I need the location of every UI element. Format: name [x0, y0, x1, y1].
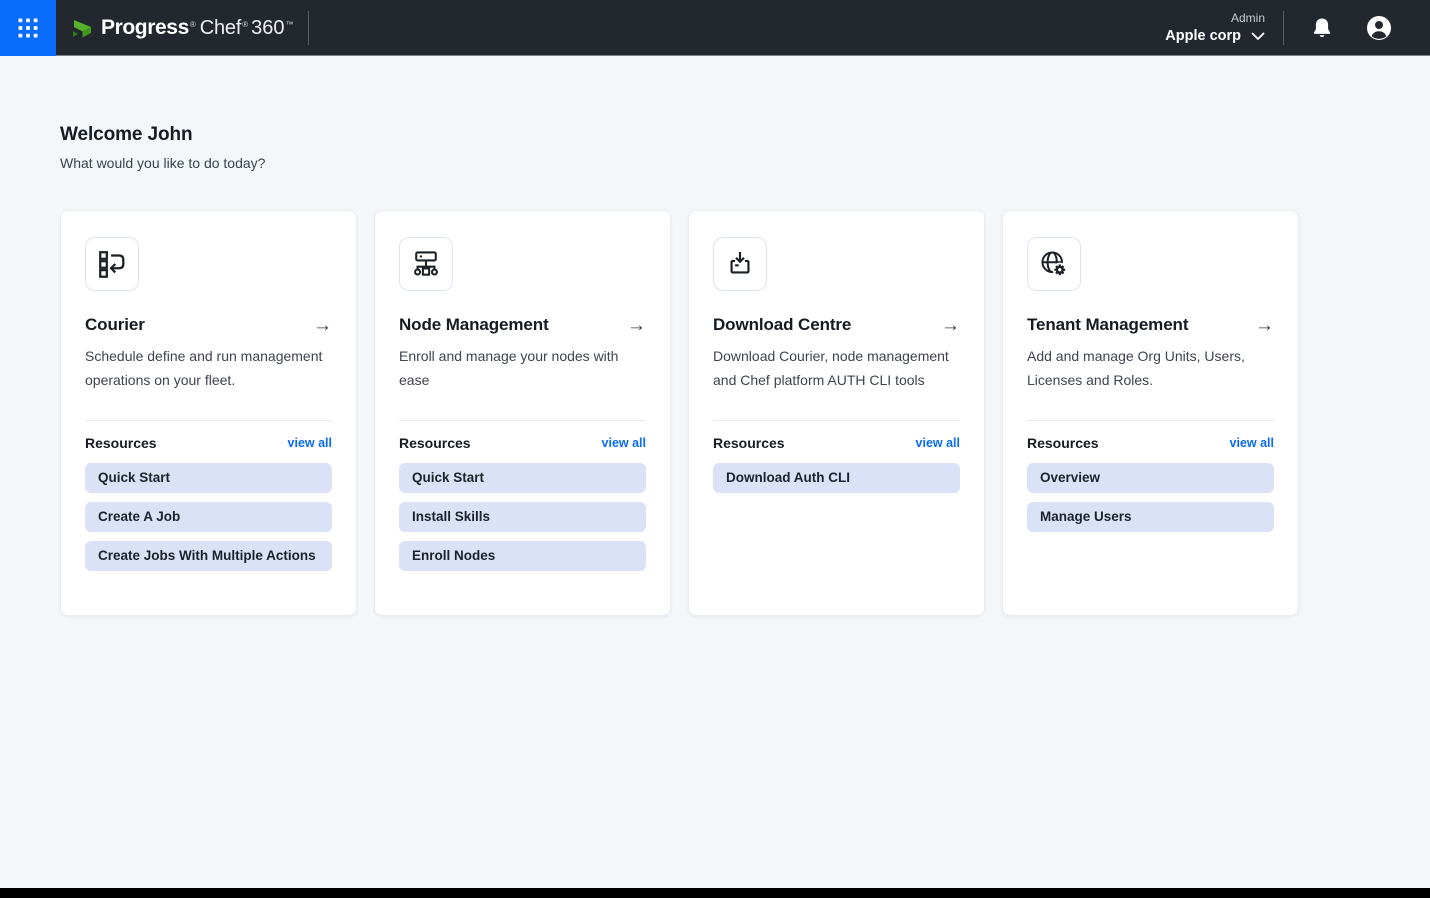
- resource-chip[interactable]: Quick Start: [85, 463, 332, 493]
- view-all-link[interactable]: view all: [602, 436, 646, 450]
- user-avatar-icon: [1366, 15, 1392, 41]
- grid-icon: [16, 16, 40, 40]
- card-divider: [85, 420, 332, 421]
- view-all-link[interactable]: view all: [916, 436, 960, 450]
- node-tree-icon: [399, 237, 453, 291]
- card-tenant-management: Tenant Management → Add and manage Org U…: [1002, 210, 1299, 616]
- top-navbar: Progress®Chef®360™ Admin Apple corp: [0, 0, 1430, 56]
- card-title: Download Centre: [713, 315, 851, 335]
- progress-logo-icon: [70, 16, 94, 40]
- resource-chip[interactable]: Install Skills: [399, 502, 646, 532]
- user-role-label: Admin: [1165, 11, 1265, 26]
- view-all-link[interactable]: view all: [288, 436, 332, 450]
- card-title: Node Management: [399, 315, 549, 335]
- arrow-right-icon[interactable]: →: [313, 316, 332, 335]
- card-title: Courier: [85, 315, 145, 335]
- card-node-management: Node Management → Enroll and manage your…: [374, 210, 671, 616]
- resource-chip[interactable]: Create Jobs With Multiple Actions: [85, 541, 332, 571]
- tenant-name: Apple corp: [1165, 28, 1241, 44]
- resource-chip[interactable]: Create A Job: [85, 502, 332, 532]
- main-content: Welcome John What would you like to do t…: [0, 124, 1430, 616]
- resource-chip[interactable]: Manage Users: [1027, 502, 1274, 532]
- feature-cards-row: Courier → Schedule define and run manage…: [60, 210, 1370, 616]
- card-description: Add and manage Org Units, Users, License…: [1027, 345, 1274, 417]
- arrow-right-icon[interactable]: →: [627, 316, 646, 335]
- card-title: Tenant Management: [1027, 315, 1188, 335]
- page-subtitle: What would you like to do today?: [60, 155, 1370, 171]
- navbar-divider: [1283, 11, 1284, 45]
- brand-logo: Progress®Chef®360™: [70, 16, 294, 40]
- card-divider: [713, 420, 960, 421]
- card-divider: [1027, 420, 1274, 421]
- courier-jobs-icon: [85, 237, 139, 291]
- globe-gear-icon: [1027, 237, 1081, 291]
- resources-label: Resources: [713, 435, 785, 451]
- registered-mark: ®: [190, 20, 196, 29]
- bell-icon: [1312, 17, 1332, 39]
- brand-chef-text: Chef: [200, 17, 241, 39]
- card-download-centre: Download Centre → Download Courier, node…: [688, 210, 985, 616]
- page-title: Welcome John: [60, 124, 1370, 146]
- navbar-divider: [308, 11, 309, 45]
- bottom-edge-bar: [0, 888, 1430, 898]
- card-courier: Courier → Schedule define and run manage…: [60, 210, 357, 616]
- arrow-right-icon[interactable]: →: [1255, 316, 1274, 335]
- trademark-mark: ™: [286, 20, 294, 29]
- account-button[interactable]: [1366, 15, 1392, 41]
- chevron-down-icon: [1251, 32, 1265, 41]
- resources-label: Resources: [399, 435, 471, 451]
- card-divider: [399, 420, 646, 421]
- resource-chip[interactable]: Quick Start: [399, 463, 646, 493]
- brand-progress-text: Progress: [101, 16, 189, 39]
- brand-suite-text: 360: [251, 17, 284, 39]
- view-all-link[interactable]: view all: [1230, 436, 1274, 450]
- card-description: Enroll and manage your nodes with ease: [399, 345, 646, 417]
- notifications-button[interactable]: [1312, 17, 1332, 39]
- resources-label: Resources: [1027, 435, 1099, 451]
- card-description: Schedule define and run management opera…: [85, 345, 332, 417]
- arrow-right-icon[interactable]: →: [941, 316, 960, 335]
- resources-label: Resources: [85, 435, 157, 451]
- tenant-switcher[interactable]: Admin Apple corp: [1165, 11, 1265, 44]
- card-description: Download Courier, node management and Ch…: [713, 345, 960, 417]
- app-launcher-button[interactable]: [0, 0, 56, 56]
- resource-chip[interactable]: Download Auth CLI: [713, 463, 960, 493]
- download-tray-icon: [713, 237, 767, 291]
- registered-mark: ®: [242, 20, 248, 29]
- resource-chip[interactable]: Enroll Nodes: [399, 541, 646, 571]
- resource-chip[interactable]: Overview: [1027, 463, 1274, 493]
